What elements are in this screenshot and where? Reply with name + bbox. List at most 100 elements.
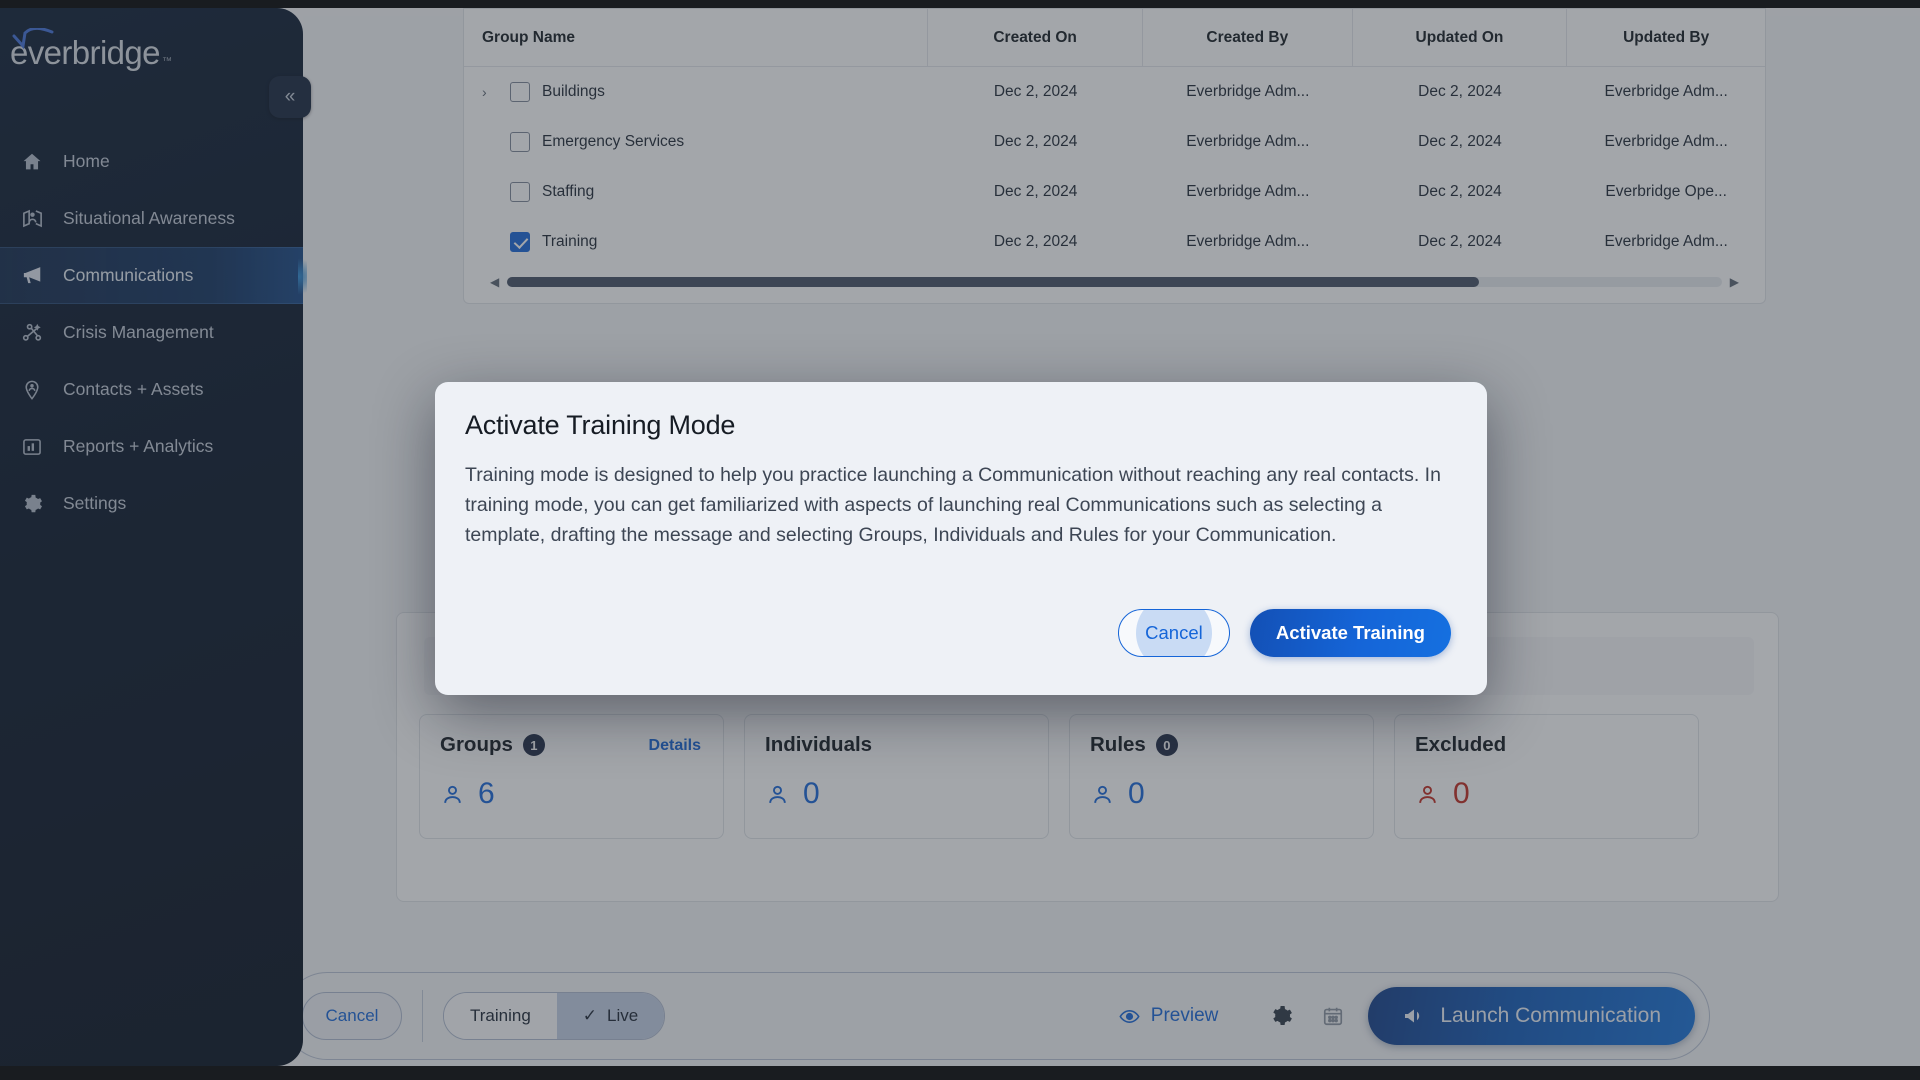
row-checkbox[interactable] (510, 182, 530, 202)
table-row[interactable]: › Emergency Services Dec 2, 2024 Everbri… (464, 117, 1765, 167)
group-name-label: Buildings (542, 83, 605, 100)
check-icon: ✓ (582, 1006, 598, 1025)
sidebar-item-settings[interactable]: Settings (0, 475, 303, 532)
schedule-calendar-button[interactable] (1316, 999, 1350, 1033)
settings-gear-button[interactable] (1264, 999, 1298, 1033)
summary-cards: Groups 1 Details 6 Individuals 0 Rules 0… (419, 714, 1699, 839)
scrollbar-track[interactable] (507, 277, 1722, 287)
mode-option-live[interactable]: ✓ Live (556, 993, 665, 1039)
updated-on-cell: Dec 2, 2024 (1418, 83, 1502, 100)
card-count: 6 (440, 777, 703, 811)
person-icon (1419, 785, 1436, 803)
card-title: Rules (1090, 733, 1146, 756)
megaphone-icon (20, 264, 44, 288)
row-checkbox[interactable] (510, 132, 530, 152)
card-title-row: Excluded (1415, 733, 1678, 757)
dialog-title: Activate Training Mode (465, 410, 736, 440)
sidebar-item-home[interactable]: Home (0, 133, 303, 190)
group-name-cell: › Emergency Services (464, 117, 928, 167)
card-excluded[interactable]: Excluded 0 (1394, 714, 1699, 839)
scroll-left-icon[interactable]: ◀ (490, 275, 499, 289)
sidebar-item-reports-analytics[interactable]: Reports + Analytics (0, 418, 303, 475)
card-groups[interactable]: Groups 1 Details 6 (419, 714, 724, 839)
map-person-icon (20, 207, 44, 231)
preview-label: Preview (1150, 1005, 1219, 1026)
brand-tm: ™ (161, 56, 172, 67)
dialog-body: Training mode is designed to help you pr… (465, 464, 1441, 546)
card-count-value: 6 (478, 777, 495, 810)
preview-button[interactable]: Preview (1119, 1005, 1219, 1027)
activate-training-mode-dialog: Activate Training Mode Training mode is … (435, 382, 1487, 695)
dialog-cancel-label: Cancel (1145, 622, 1203, 643)
sidebar-item-label: Contacts + Assets (63, 379, 204, 399)
column-header-group-name[interactable]: Group Name (464, 8, 929, 67)
person-icon (769, 785, 786, 803)
launch-communication-button[interactable]: Launch Communication (1368, 987, 1695, 1045)
sidebar-collapse-button[interactable]: « (269, 76, 311, 118)
card-count: 0 (765, 777, 1028, 811)
mode-option-training[interactable]: Training (444, 993, 557, 1039)
sidebar-item-label: Settings (63, 493, 127, 513)
person-icon (444, 785, 461, 803)
card-title: Groups (440, 733, 513, 756)
cancel-button[interactable]: Cancel (302, 992, 402, 1040)
screen-root: Group Name Created On Created By Updated… (0, 0, 1920, 1080)
group-name-cell: › Buildings (464, 67, 928, 117)
group-name-label: Emergency Services (542, 133, 685, 150)
updated-on-cell: Dec 2, 2024 (1418, 133, 1502, 150)
group-name-cell: › Training (464, 217, 928, 267)
sidebar: everbridge ™ « Home Situational Awarenes… (0, 8, 311, 1066)
card-title-row: Rules 0 (1090, 733, 1353, 757)
megaphone-icon (1405, 1009, 1420, 1023)
expand-chevron-icon[interactable]: › (482, 84, 498, 100)
row-checkbox[interactable] (510, 82, 530, 102)
card-title-row: Individuals (765, 733, 1028, 757)
mode-toggle[interactable]: Training ✓ Live (443, 992, 666, 1040)
card-title: Excluded (1415, 733, 1507, 756)
map-pin-person-icon (20, 378, 44, 402)
sidebar-item-situational-awareness[interactable]: Situational Awareness (0, 190, 303, 247)
card-badge: 1 (522, 734, 545, 756)
table-row[interactable]: › Training Dec 2, 2024 Everbridge Adm...… (464, 217, 1765, 267)
card-count: 0 (1415, 777, 1678, 811)
table-row[interactable]: › Buildings Dec 2, 2024 Everbridge Adm..… (464, 67, 1765, 117)
created-by-cell: Everbridge Adm... (1186, 83, 1310, 100)
updated-on-cell: Dec 2, 2024 (1418, 183, 1502, 200)
table-row[interactable]: › Staffing Dec 2, 2024 Everbridge Adm...… (464, 167, 1765, 217)
card-count: 0 (1090, 777, 1353, 811)
created-on-cell: Dec 2, 2024 (993, 133, 1078, 150)
created-by-cell: Everbridge Adm... (1186, 233, 1310, 250)
horizontal-scrollbar[interactable]: ◀ ▶ (464, 267, 1765, 303)
updated-on-cell: Dec 2, 2024 (1418, 233, 1502, 250)
sidebar-item-label: Crisis Management (63, 322, 214, 342)
gear-icon (1273, 1006, 1293, 1025)
column-header-created-by[interactable]: Created By (1143, 8, 1353, 67)
card-count-value: 0 (803, 777, 820, 810)
column-header-updated-by[interactable]: Updated By (1567, 9, 1765, 67)
created-on-cell: Dec 2, 2024 (993, 233, 1078, 250)
sidebar-item-communications[interactable]: Communications (0, 247, 307, 304)
card-rules[interactable]: Rules 0 0 (1069, 714, 1374, 839)
card-individuals[interactable]: Individuals 0 (744, 714, 1049, 839)
sidebar-item-label: Situational Awareness (63, 208, 235, 228)
brand-logo[interactable]: everbridge ™ (10, 28, 172, 72)
bar-chart-icon (20, 435, 44, 459)
eye-icon (1119, 1009, 1140, 1023)
groups-details-link[interactable]: Details (649, 737, 701, 755)
card-count-value: 0 (1453, 777, 1470, 810)
created-on-cell: Dec 2, 2024 (993, 83, 1078, 100)
dialog-activate-training-button[interactable]: Activate Training (1249, 609, 1451, 657)
updated-by-cell: Everbridge Adm... (1604, 133, 1728, 150)
sidebar-item-contacts-assets[interactable]: Contacts + Assets (0, 361, 303, 418)
sidebar-item-label: Home (63, 151, 110, 171)
person-icon (1094, 785, 1111, 803)
row-checkbox[interactable] (510, 232, 530, 252)
scrollbar-thumb[interactable] (507, 277, 1479, 287)
action-bar: Cancel Training ✓ Live Preview Launch Co… (283, 972, 1710, 1060)
sidebar-item-crisis-management[interactable]: Crisis Management (0, 304, 303, 361)
dialog-cancel-button[interactable]: Cancel (1117, 609, 1230, 657)
column-header-created-on[interactable]: Created On (928, 8, 1143, 67)
card-count-value: 0 (1128, 777, 1145, 810)
scroll-right-icon[interactable]: ▶ (1730, 275, 1739, 289)
column-header-updated-on[interactable]: Updated On (1353, 8, 1568, 67)
